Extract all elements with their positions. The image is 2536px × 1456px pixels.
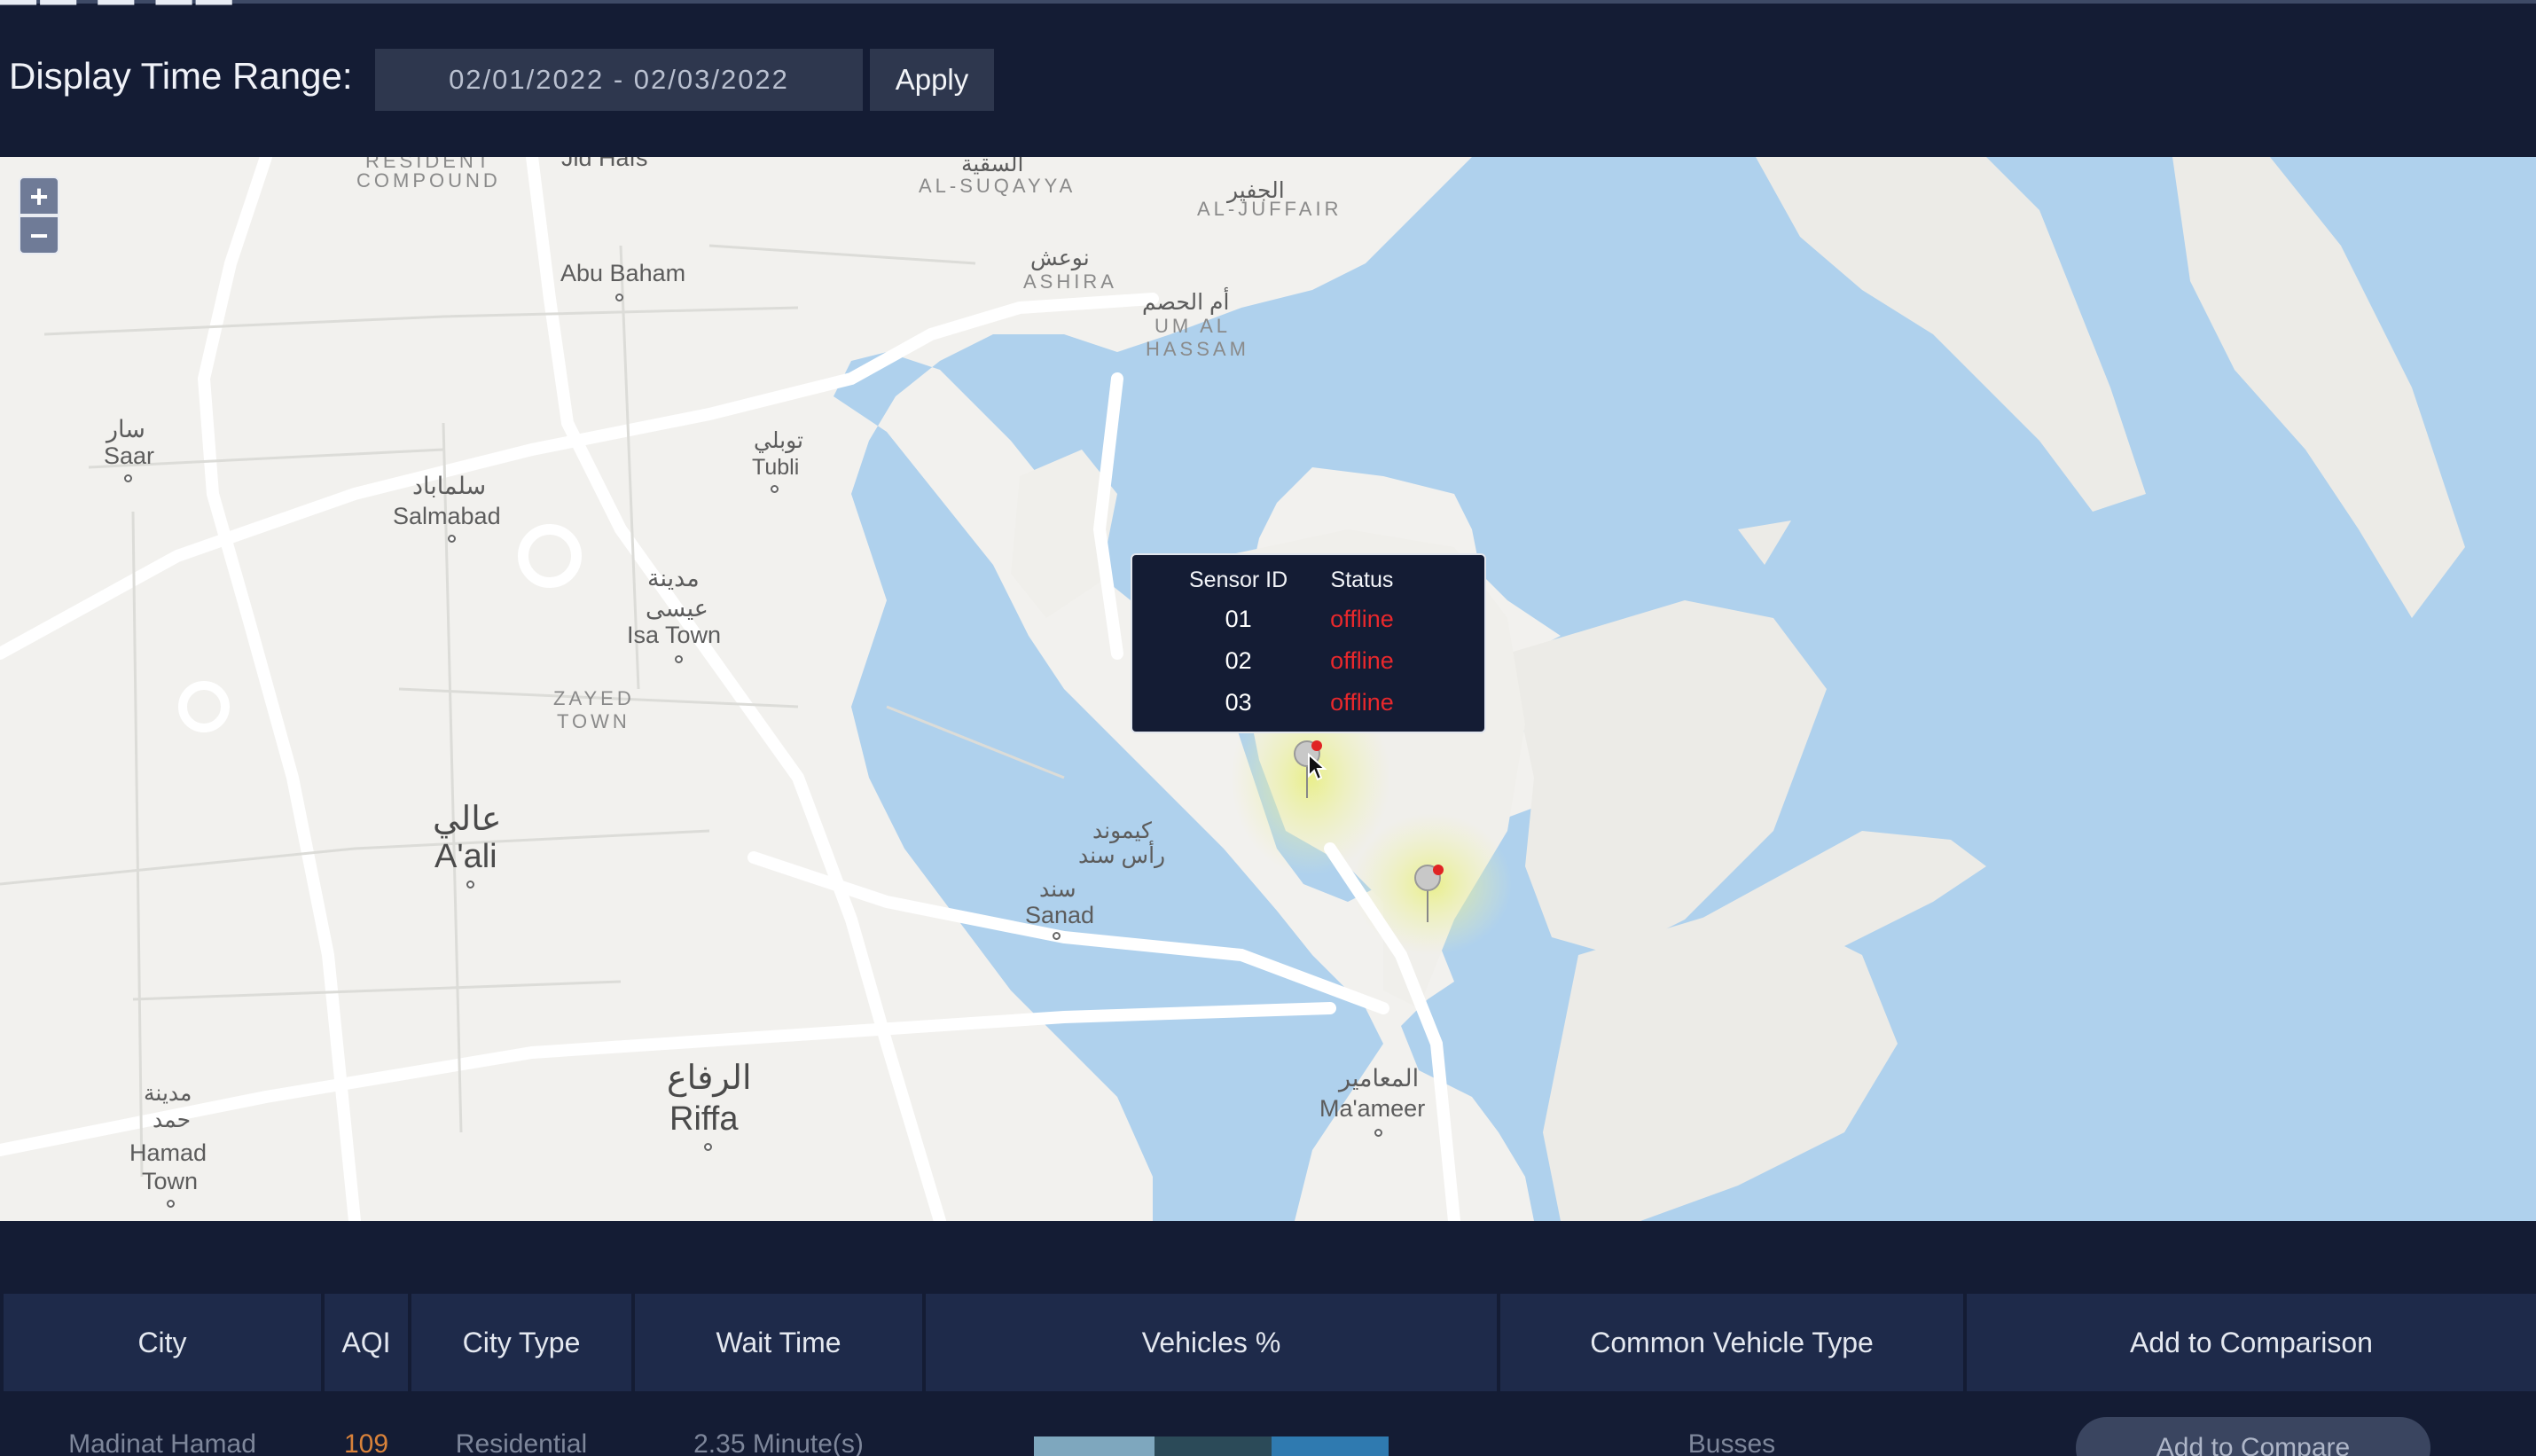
place-label: مدينة [144, 1081, 192, 1106]
place-dot [615, 294, 623, 301]
place-label: عالي [433, 801, 502, 838]
table-row: 02 offline [1168, 640, 1415, 682]
page-title-cropped: ▀▀ ▀ ▀▀ [0, 0, 236, 32]
place-dot [675, 655, 683, 663]
place-dot [124, 474, 132, 482]
zoom-in-button[interactable]: + [19, 176, 59, 215]
date-range-input[interactable] [375, 49, 863, 111]
place-label: Riffa [669, 1100, 739, 1138]
place-label: UM AL [1155, 315, 1232, 337]
sensor-id: 03 [1225, 689, 1252, 716]
aqi-cell: 109 [343, 1429, 389, 1456]
place-label: المعامير [1339, 1065, 1420, 1092]
column-header-add-comparison: Add to Comparison [1967, 1294, 2536, 1391]
vehicle-share-segment [1034, 1436, 1155, 1456]
apply-button[interactable]: Apply [870, 49, 994, 111]
place-label: Isa Town [627, 622, 722, 648]
time-range-label: Display Time Range: [9, 55, 353, 97]
vehicle-share-segment [1272, 1436, 1389, 1456]
place-label: ASHIRA [1023, 270, 1117, 293]
place-label: سلماباد [412, 473, 487, 499]
place-dot [704, 1143, 712, 1151]
place-label: AL-JUFFAIR [1197, 198, 1342, 220]
map-view[interactable]: + − RESIDENT COMPOUND Jid Hafs Abu Baham… [0, 157, 2536, 1221]
sensor-status-tooltip: Sensor ID Status 01 offline 02 offline 0… [1131, 553, 1486, 733]
place-label: نوعش [1030, 246, 1090, 270]
sensor-status: offline [1330, 606, 1394, 632]
place-label: سند [1039, 877, 1076, 902]
place-dot [771, 485, 779, 493]
place-label: COMPOUND [356, 169, 501, 192]
place-label: Hamad [129, 1139, 207, 1166]
place-label: Sanad [1025, 902, 1095, 928]
place-label: Tubli [752, 455, 800, 480]
column-header-vehicles: Vehicles % [926, 1294, 1497, 1391]
place-label: Ma'ameer [1319, 1095, 1426, 1122]
sensor-id: 01 [1225, 606, 1252, 632]
place-dot [448, 535, 456, 543]
place-label: Jid Hafs [561, 157, 648, 171]
place-label: Salmabad [393, 503, 501, 529]
city-type-cell: Residential [455, 1429, 588, 1456]
place-label: سار [106, 416, 145, 442]
mouse-cursor-icon [1308, 753, 1327, 781]
column-header-aqi: AQI [325, 1294, 408, 1391]
column-header-city-type: City Type [411, 1294, 631, 1391]
common-vehicle-cell: Busses [1687, 1429, 1776, 1456]
sensor-status: offline [1330, 647, 1394, 674]
place-label: Abu Baham [560, 260, 686, 286]
sensor-id: 02 [1225, 647, 1252, 674]
table-row: 01 offline [1168, 599, 1415, 640]
place-label: مدينة [647, 565, 700, 591]
place-label: توبلي [754, 428, 803, 453]
place-dot [1374, 1129, 1382, 1137]
top-bar: ▀▀ ▀ ▀▀ Display Time Range: Apply [0, 0, 2536, 157]
place-label: A'ali [434, 838, 497, 875]
zoom-out-button[interactable]: − [19, 215, 59, 254]
sensor-status: offline [1330, 689, 1394, 716]
place-label: TOWN [557, 710, 630, 732]
place-dot [1053, 932, 1061, 940]
place-label: Saar [104, 442, 155, 469]
place-label: Town [142, 1168, 199, 1194]
place-dot [167, 1200, 175, 1208]
status-header: Status [1330, 568, 1394, 592]
table-row: 03 offline [1168, 682, 1415, 724]
vehicle-share-segment [1155, 1436, 1272, 1456]
column-header-wait-time: Wait Time [635, 1294, 922, 1391]
place-label: ZAYED [553, 687, 635, 709]
place-dot [466, 881, 474, 888]
city-cell: Madinat Hamad [68, 1429, 256, 1456]
add-to-compare-button[interactable]: Add to Compare [2076, 1417, 2430, 1456]
column-header-city: City [4, 1294, 321, 1391]
place-label: عيسى [646, 595, 708, 622]
column-header-common-vehicle: Common Vehicle Type [1500, 1294, 1963, 1391]
place-label: حمد [153, 1108, 192, 1132]
table-header: City AQI City Type Wait Time Vehicles % … [0, 1294, 2536, 1391]
place-label: كيموند [1092, 818, 1152, 843]
place-label: HASSAM [1146, 338, 1249, 360]
sensor-status-table: Sensor ID Status 01 offline 02 offline 0… [1168, 562, 1415, 724]
sensor-id-header: Sensor ID [1189, 568, 1288, 592]
wait-time-cell: 2.35 Minute(s) [693, 1429, 864, 1456]
place-label: الرفاع [667, 1060, 752, 1097]
sensor-pin[interactable] [1412, 862, 1447, 924]
place-label: AL-SUQAYYA [919, 175, 1076, 197]
place-label: أم الحصم [1142, 290, 1230, 315]
place-label: رأس سند [1078, 843, 1166, 868]
